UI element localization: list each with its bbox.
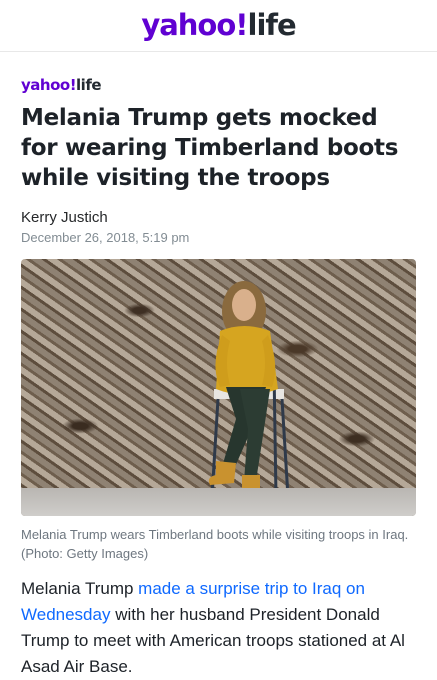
- publish-date: December 26, 2018, 5:19 pm: [21, 230, 190, 245]
- section-logo-name: life: [76, 76, 102, 94]
- yahoo-logo-text: yahoo!: [141, 8, 248, 42]
- section-logo-brand: yahoo!: [21, 76, 77, 94]
- article: yahoo!life Melania Trump gets mocked for…: [0, 76, 437, 680]
- section-logo[interactable]: yahoo!life: [21, 76, 437, 94]
- yahoo-life-logo[interactable]: yahoo!life: [141, 8, 297, 42]
- paragraph-text-start: Melania Trump: [21, 579, 139, 598]
- person-illustration: [208, 281, 290, 501]
- article-photo[interactable]: [21, 259, 416, 516]
- article-headline: Melania Trump gets mocked for wearing Ti…: [21, 105, 399, 191]
- top-bar: yahoo!life: [0, 0, 437, 52]
- life-logo-text: life: [247, 8, 297, 42]
- image-caption: Melania Trump wears Timberland boots whi…: [21, 527, 409, 561]
- author-name[interactable]: Kerry Justich: [21, 209, 437, 226]
- article-paragraph: Melania Trump made a surprise trip to Ir…: [21, 576, 416, 680]
- photo-floor: [21, 488, 416, 516]
